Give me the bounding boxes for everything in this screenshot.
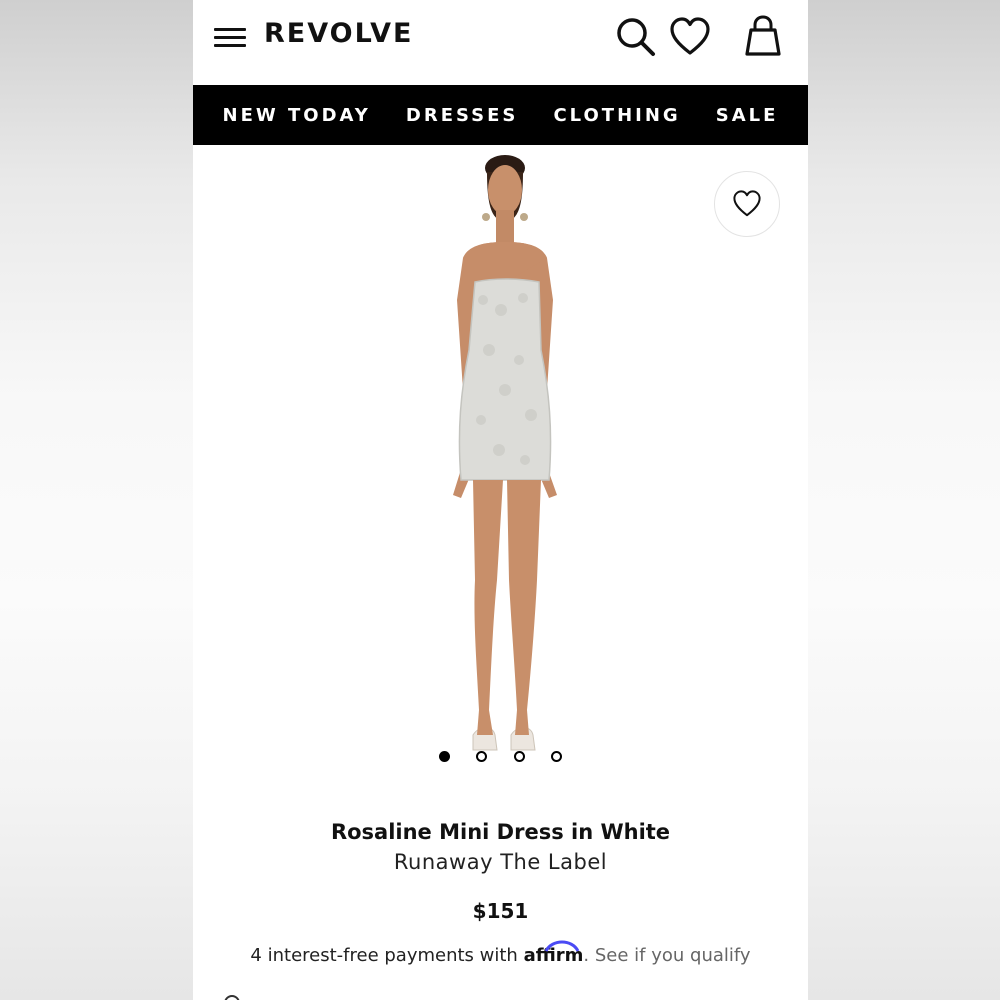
heart-icon[interactable] [669,17,711,62]
gallery-dot-4[interactable] [551,751,562,762]
bag-icon[interactable] [742,14,784,63]
see-if-you-qualify-link[interactable]: . See if you qualify [583,945,750,966]
affirm-logo: affirm [524,940,583,966]
menu-icon[interactable] [214,26,246,50]
gallery-dot-1[interactable] [439,751,450,762]
site-logo[interactable]: REVOLVE [264,18,413,49]
nav-clothing[interactable]: CLOTHING [553,105,680,126]
background-left [0,0,193,1000]
background-right [808,0,1000,1000]
product-title: Rosaline Mini Dress in White [330,820,671,844]
search-icon[interactable] [614,15,658,64]
nav-new-today[interactable]: NEW TODAY [223,105,371,126]
product-price: $151 [472,899,529,923]
nav-dresses[interactable]: DRESSES [406,105,518,126]
payments-text: 4 interest-free payments with [250,945,524,966]
gallery-dot-3[interactable] [514,751,525,762]
partial-icon [224,995,240,1000]
affirm-payments-line: 4 interest-free payments with affirm. Se… [193,940,808,966]
site-header: REVOLVE [193,0,808,85]
heart-outline-icon [733,190,761,217]
gallery-dot-2[interactable] [476,751,487,762]
product-photo [453,155,557,751]
add-to-wishlist-button[interactable] [714,171,780,237]
product-brand-link[interactable]: Runaway The Label [193,850,808,874]
mobile-page: REVOLVE NEW TODAY DRESSES CLOTHING SALE [193,0,808,1000]
category-nav: NEW TODAY DRESSES CLOTHING SALE [193,85,808,145]
gallery-pagination [193,751,808,767]
nav-sale[interactable]: SALE [716,105,779,126]
product-image-gallery[interactable] [193,145,808,785]
